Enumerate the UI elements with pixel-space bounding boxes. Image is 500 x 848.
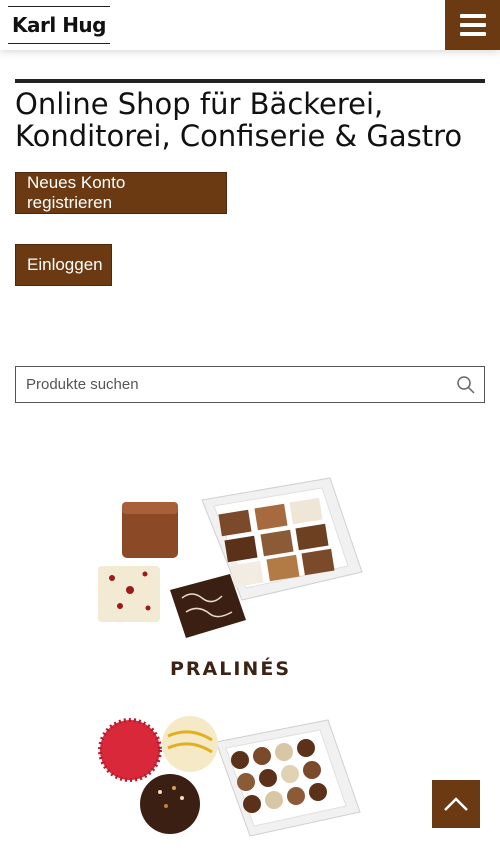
login-button-label: Einloggen (27, 255, 103, 274)
hamburger-icon (459, 14, 486, 18)
logo[interactable]: Karl Hug (8, 6, 110, 44)
login-button[interactable]: Einloggen (15, 244, 112, 286)
search-icon[interactable] (456, 375, 476, 395)
register-button-label: Neues Konto registrieren (27, 173, 126, 212)
register-button[interactable]: Neues Konto registrieren (15, 172, 227, 214)
page-title: Online Shop für Bäckerei, Konditorei, Co… (15, 87, 463, 153)
pralines-image (98, 477, 363, 638)
chevron-up-icon (444, 797, 468, 811)
category-pralines[interactable]: PRALINÉS (90, 470, 370, 685)
category-truffles[interactable] (90, 712, 370, 842)
category-label: PRALINÉS (170, 658, 292, 680)
title-divider (15, 79, 485, 83)
logo-text: Karl Hug (12, 13, 106, 37)
search-bar (15, 366, 485, 403)
search-input[interactable] (16, 367, 436, 402)
truffles-image (98, 716, 361, 837)
menu-button[interactable] (445, 0, 500, 50)
site-header: Karl Hug (0, 0, 500, 50)
scroll-to-top-button[interactable] (432, 780, 480, 828)
